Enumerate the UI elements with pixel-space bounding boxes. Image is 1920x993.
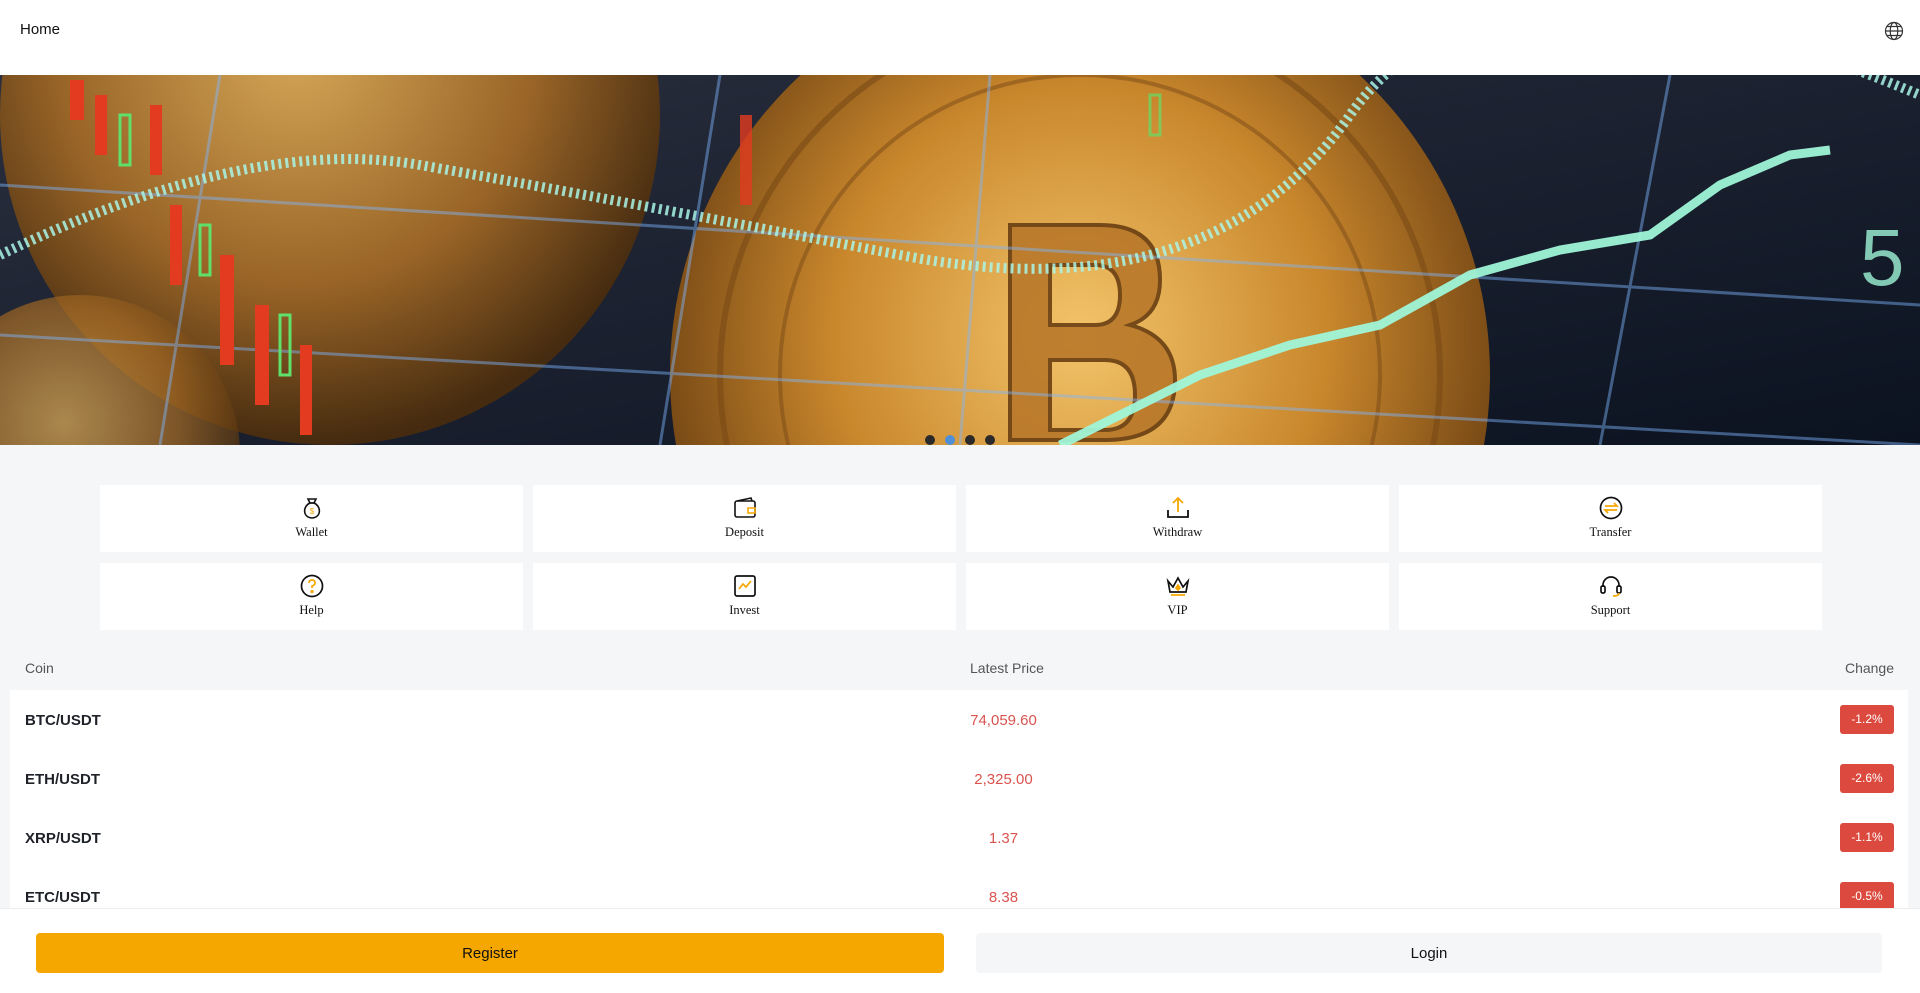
change-badge: -1.1% (1840, 823, 1894, 852)
svg-text:$: $ (309, 507, 314, 516)
change-badge: -1.2% (1840, 705, 1894, 734)
menu-support[interactable]: Support (1399, 563, 1822, 630)
menu-deposit[interactable]: Deposit (533, 485, 956, 552)
menu-invest[interactable]: Invest (533, 563, 956, 630)
menu-transfer[interactable]: Transfer (1399, 485, 1822, 552)
carousel-dot[interactable] (925, 435, 935, 445)
change-badge: -0.5% (1840, 882, 1894, 911)
page-title: Home (20, 21, 61, 38)
quick-menu: $ Wallet Deposit Withdraw Transfer Help … (100, 485, 1822, 630)
svg-text:5: 5 (1860, 213, 1905, 302)
banner-image: 5 (0, 75, 1920, 445)
latest-price: 1.37 (988, 830, 1019, 847)
market-table: BTC/USDT 74,059.60 -1.2% ETH/USDT 2,325.… (10, 690, 1908, 920)
latest-price: 8.38 (988, 889, 1019, 906)
latest-price: 2,325.00 (974, 771, 1033, 788)
menu-label: Transfer (1589, 525, 1632, 539)
menu-label: Help (299, 603, 324, 617)
money-bag-icon: $ (303, 498, 320, 519)
banner-carousel[interactable]: 5 (0, 75, 1920, 445)
carousel-indicators (0, 435, 1920, 445)
wallet-icon (733, 497, 756, 518)
menu-label: Wallet (295, 525, 328, 539)
help-icon (300, 574, 323, 598)
bottom-action-bar: Register Login (0, 908, 1920, 993)
latest-price: 74,059.60 (970, 712, 1037, 729)
chart-icon (733, 575, 756, 597)
table-row[interactable]: ETH/USDT 2,325.00 -2.6% (10, 749, 1908, 808)
carousel-dot-active[interactable] (945, 435, 955, 445)
menu-help[interactable]: Help (100, 563, 523, 630)
headset-icon (1599, 576, 1622, 597)
column-latest-price: Latest Price (970, 660, 1044, 676)
menu-label: Invest (729, 603, 760, 617)
carousel-dot[interactable] (965, 435, 975, 445)
menu-wallet[interactable]: $ Wallet (100, 485, 523, 552)
login-button[interactable]: Login (976, 933, 1882, 973)
column-coin: Coin (25, 660, 54, 676)
menu-withdraw[interactable]: Withdraw (966, 485, 1389, 552)
top-bar: Home (0, 0, 1920, 75)
transfer-icon (1599, 496, 1622, 520)
menu-label: Deposit (725, 525, 764, 539)
table-row[interactable]: BTC/USDT 74,059.60 -1.2% (10, 690, 1908, 749)
crown-icon (1166, 576, 1189, 596)
menu-label: Withdraw (1152, 525, 1203, 539)
change-badge: -2.6% (1840, 764, 1894, 793)
menu-label: Support (1590, 603, 1631, 617)
carousel-dot[interactable] (985, 435, 995, 445)
menu-label: VIP (1167, 603, 1188, 617)
upload-icon (1166, 496, 1189, 518)
globe-icon[interactable] (1884, 21, 1904, 41)
table-row[interactable]: XRP/USDT 1.37 -1.1% (10, 808, 1908, 867)
menu-vip[interactable]: VIP (966, 563, 1389, 630)
register-button[interactable]: Register (36, 933, 944, 973)
column-change: Change (1844, 660, 1894, 676)
market-table-header: Coin Latest Price Change (10, 650, 1908, 688)
